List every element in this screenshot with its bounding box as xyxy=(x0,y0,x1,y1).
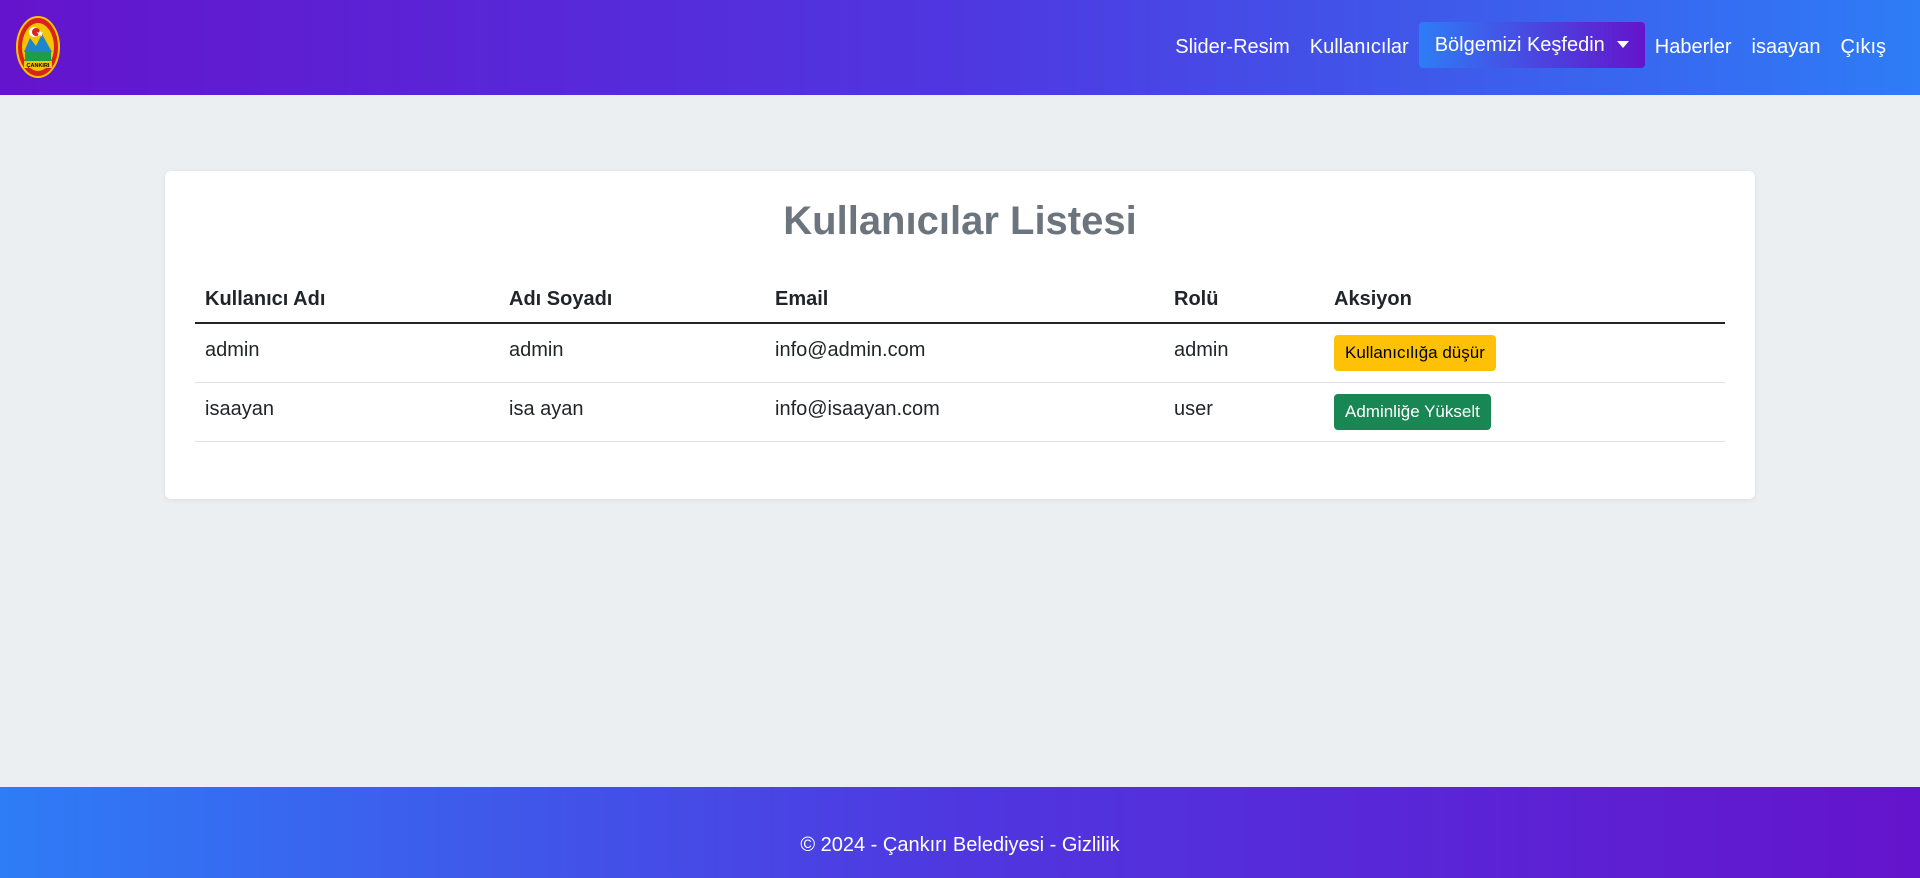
nav-link-news[interactable]: Haberler xyxy=(1645,24,1742,70)
cell-username: admin xyxy=(195,323,499,383)
users-card: Kullanıcılar Listesi Kullanıcı Adı Adı S… xyxy=(165,171,1755,499)
demote-user-button[interactable]: Kullanıcılığa düşür xyxy=(1334,334,1496,371)
header-role: Rolü xyxy=(1164,277,1324,324)
footer-copyright-text: © 2024 - Çankırı Belediyesi - xyxy=(800,834,1062,856)
cell-fullname: isa ayan xyxy=(499,382,765,442)
chevron-down-icon xyxy=(1616,40,1629,48)
nav-link-logout[interactable]: Çıkış xyxy=(1830,24,1896,70)
header-action: Aksiyon xyxy=(1324,277,1725,324)
cell-fullname: admin xyxy=(499,323,765,383)
table-header-row: Kullanıcı Adı Adı Soyadı Email Rolü Aksi… xyxy=(195,277,1725,324)
promote-admin-button[interactable]: Adminliğe Yükselt xyxy=(1334,393,1491,430)
nav-link-users[interactable]: Kullanıcılar xyxy=(1300,24,1419,70)
logo-lettering: ÇANKIRI xyxy=(27,63,50,69)
nav-dropdown-label: Bölgemizi Keşfedin xyxy=(1434,33,1605,56)
page-title: Kullanıcılar Listesi xyxy=(783,199,1137,243)
cell-role: user xyxy=(1164,382,1324,442)
cell-email: info@isaayan.com xyxy=(765,382,1164,442)
cell-role: admin xyxy=(1164,323,1324,383)
header-email: Email xyxy=(765,277,1164,324)
nav-dropdown-explore[interactable]: Bölgemizi Keşfedin xyxy=(1418,22,1645,68)
header-username: Kullanıcı Adı xyxy=(195,277,499,324)
cell-action: Adminliğe Yükselt xyxy=(1324,382,1725,442)
cell-email: info@admin.com xyxy=(765,323,1164,383)
navbar: ÇANKIRI Slider-Resim Kullanıcılar Bölgem… xyxy=(0,0,1920,95)
cell-action: Kullanıcılığa düşür xyxy=(1324,323,1725,383)
nav-link-slider[interactable]: Slider-Resim xyxy=(1165,24,1299,70)
cell-username: isaayan xyxy=(195,382,499,442)
footer-copyright: © 2024 - Çankırı Belediyesi - Gizlilik xyxy=(0,834,1920,857)
header-fullname: Adı Soyadı xyxy=(499,277,765,324)
table-row: admin admin info@admin.com admin Kullanı… xyxy=(195,323,1725,383)
nav-link-profile[interactable]: isaayan xyxy=(1742,24,1831,70)
privacy-link[interactable]: Gizlilik xyxy=(1062,834,1120,856)
cankiri-belediyesi-logo-icon[interactable]: ÇANKIRI xyxy=(16,16,60,78)
nav-links: Slider-Resim Kullanıcılar Bölgemizi Keşf… xyxy=(1165,22,1896,70)
users-table: Kullanıcı Adı Adı Soyadı Email Rolü Aksi… xyxy=(195,277,1725,442)
footer: © 2024 - Çankırı Belediyesi - Gizlilik xyxy=(0,787,1920,878)
table-row: isaayan isa ayan info@isaayan.com user A… xyxy=(195,382,1725,442)
